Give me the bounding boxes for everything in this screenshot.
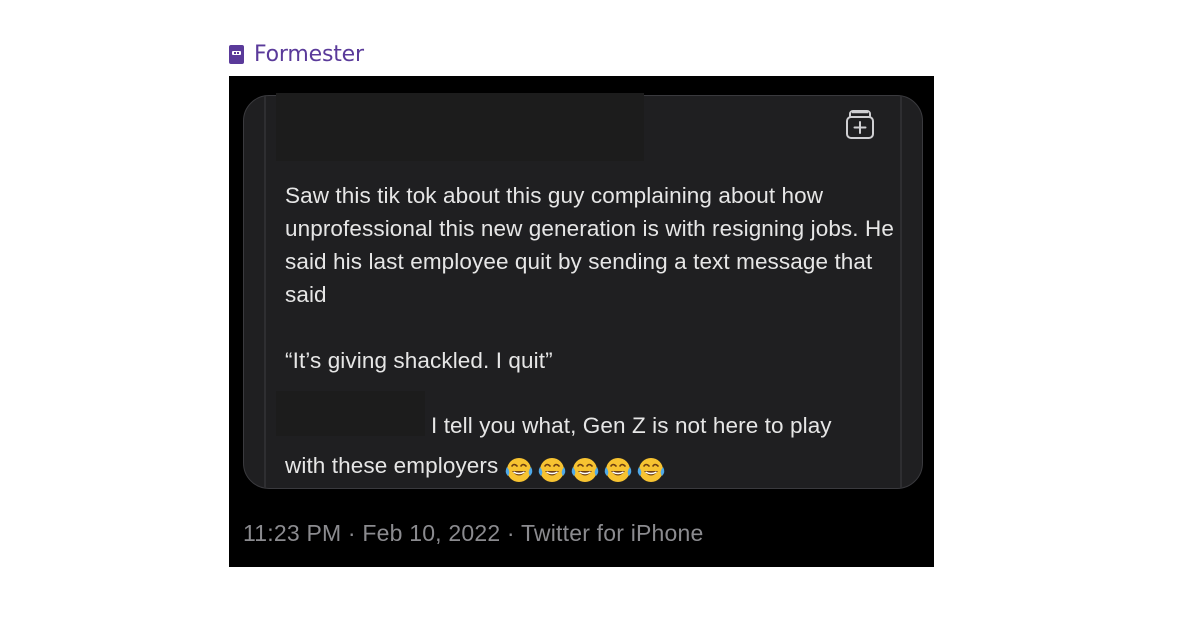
face-with-tears-of-joy-icon [539,457,566,482]
tweet-screenshot: Saw this tik tok about this guy complain… [229,76,934,567]
card-right-rail [900,96,902,488]
emoji-row [504,451,669,484]
formester-logo-icon [229,44,244,64]
redacted-mention-block [276,391,425,436]
post-closing-line-2: with these employers [285,453,499,478]
face-with-tears-of-joy-icon [572,457,599,482]
face-with-tears-of-joy-icon [638,457,665,482]
quoted-post-card: Saw this tik tok about this guy complain… [243,93,923,489]
face-with-tears-of-joy-icon [605,457,632,482]
tweet-meta: 11:23 PM · Feb 10, 2022 · Twitter for iP… [243,520,704,546]
redacted-author-block [276,93,644,161]
bookmark-add-icon[interactable] [843,108,877,140]
brand-name: Formester [254,41,364,67]
post-quote: “It’s giving shackled. I quit” [285,348,553,373]
post-body: Saw this tik tok about this guy complain… [285,179,895,484]
post-paragraph: Saw this tik tok about this guy complain… [285,183,894,307]
face-with-tears-of-joy-icon [506,457,533,482]
brand-header: Formester [229,41,364,67]
post-closing-line-2-row: with these employers [285,449,895,484]
card-left-rail [264,96,266,488]
